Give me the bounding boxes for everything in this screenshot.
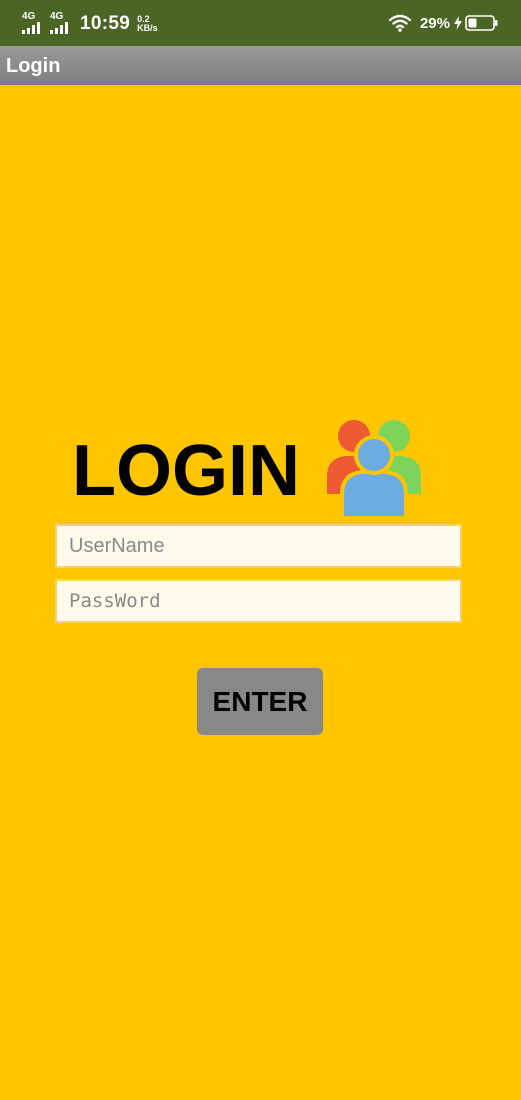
- users-group-icon: [327, 420, 421, 518]
- network-speed-unit: KB/s: [137, 23, 158, 33]
- sim2-signal: 4G: [50, 11, 72, 34]
- action-bar-title: Login: [6, 55, 61, 77]
- network-speed: 0.2 KB/s: [137, 15, 158, 33]
- signal-icon: [22, 22, 40, 34]
- sim2-network-label: 4G: [50, 11, 64, 22]
- status-bar: 4G 4G 10:59 0.2 KB/s 29%: [0, 0, 521, 46]
- status-bar-right: 29%: [388, 11, 499, 35]
- sim1-network-label: 4G: [22, 11, 36, 22]
- clock: 10:59: [80, 13, 131, 34]
- status-bar-left: 4G 4G 10:59 0.2 KB/s: [22, 12, 158, 36]
- charging-bolt-icon: [454, 16, 462, 30]
- wifi-icon: [388, 14, 411, 32]
- login-heading: LOGIN: [72, 431, 300, 511]
- username-input[interactable]: [55, 524, 462, 568]
- signal-icon: [50, 22, 68, 34]
- password-input[interactable]: [55, 579, 462, 623]
- sim1-signal: 4G: [22, 11, 44, 34]
- login-screen: 4G 4G 10:59 0.2 KB/s 29% Login LOGIN Use…: [0, 0, 521, 1100]
- action-bar: Login: [0, 46, 521, 85]
- enter-button[interactable]: ENTER: [197, 668, 323, 735]
- battery-percent: 29%: [419, 14, 450, 32]
- battery-icon: [465, 15, 498, 31]
